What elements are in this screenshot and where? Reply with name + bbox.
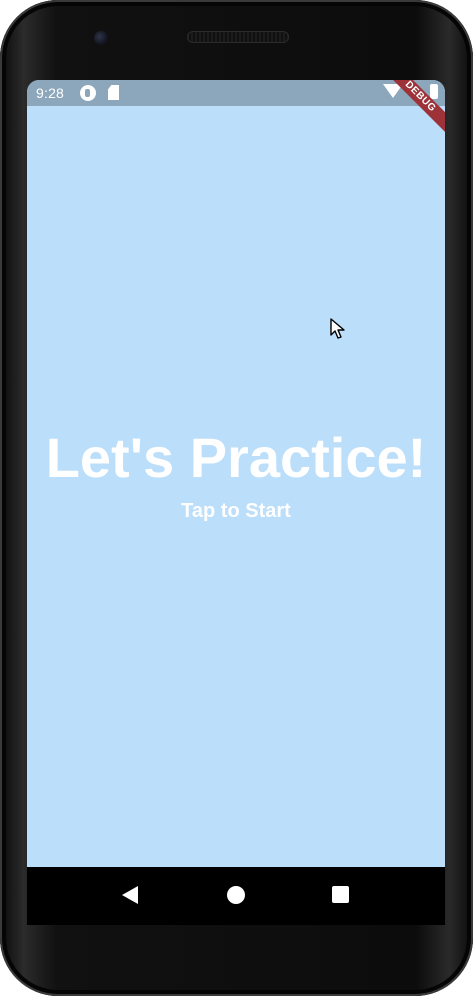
tap-to-start-label[interactable]: Tap to Start <box>27 500 445 523</box>
start-screen-content[interactable]: Let's Practice! Tap to Start <box>27 420 445 523</box>
status-time: 9:28 <box>36 85 65 101</box>
recents-icon[interactable] <box>332 886 349 903</box>
front-camera-icon <box>94 31 108 45</box>
battery-icon <box>430 84 438 99</box>
app-screen[interactable]: 9:28 DEBUG Let's Practice! Tap to Start <box>27 80 445 867</box>
page-title: Let's Practice! <box>45 426 427 489</box>
mouse-cursor-icon <box>330 318 345 339</box>
back-icon[interactable] <box>122 886 138 904</box>
phone-frame: 9:28 DEBUG Let's Practice! Tap to Start <box>0 0 473 996</box>
earpiece-speaker <box>187 31 289 43</box>
sd-card-icon <box>108 85 119 100</box>
status-bar: 9:28 <box>27 80 445 106</box>
home-icon[interactable] <box>227 886 245 904</box>
sync-icon <box>80 85 96 101</box>
system-navigation-bar <box>27 867 445 925</box>
